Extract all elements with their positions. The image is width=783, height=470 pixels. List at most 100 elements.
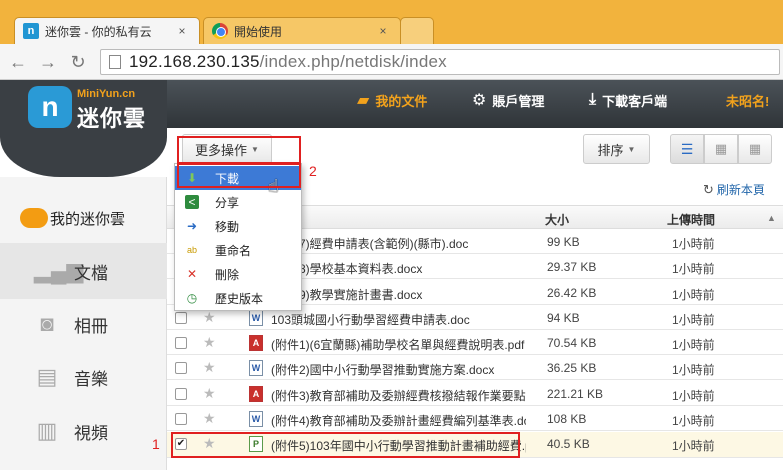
close-icon[interactable]: × bbox=[376, 24, 390, 38]
file-name[interactable]: (附件3)教育部補助及委辦經費核撥結報作業要點.pdf bbox=[271, 387, 526, 404]
table-row[interactable]: ★ W (附件2)國中小行動學習推動實施方案.docx 36.25 KB 1小時… bbox=[167, 356, 783, 380]
file-size: 26.42 KB bbox=[547, 286, 597, 300]
file-size: 108 KB bbox=[547, 412, 587, 426]
chat-icon: ▤ bbox=[36, 364, 58, 389]
menu-item-share[interactable]: < 分享 bbox=[175, 190, 301, 214]
file-size: 99 KB bbox=[547, 235, 580, 249]
grid-view-button[interactable]: ▦ bbox=[704, 134, 738, 164]
annotation-step-2: 2 bbox=[309, 163, 317, 179]
bar-chart-icon: ▂▄▆ bbox=[34, 258, 84, 283]
nav-my-files[interactable]: ▰ 我的文件 bbox=[357, 80, 427, 120]
table-row[interactable]: ★ W (附件4)教育部補助及委辦計畫經費編列基準表.doc 108 KB 1小… bbox=[167, 407, 783, 431]
file-time: 1小時前 bbox=[672, 439, 715, 453]
file-name[interactable]: 103頭城國小行動學習經費申請表.doc bbox=[271, 311, 526, 328]
sidebar-item-videos[interactable]: ▥ 視頻 bbox=[0, 403, 167, 459]
table-row[interactable]: ★ A (附件1)(6宜蘭縣)補助學校名單與經費說明表.pdf 70.54 KB… bbox=[167, 331, 783, 355]
annotation-box-selected-file bbox=[171, 432, 520, 458]
large-grid-view-button[interactable]: ▦ bbox=[738, 134, 772, 164]
clapper-icon: ▥ bbox=[36, 418, 58, 443]
file-name[interactable]: (附件2)國中小行動學習推動實施方案.docx bbox=[271, 361, 526, 378]
column-upload-time-header[interactable]: 上傳時間 bbox=[667, 211, 715, 228]
menu-item-delete[interactable]: ✕ 刪除 bbox=[175, 262, 301, 286]
row-checkbox[interactable] bbox=[175, 413, 187, 425]
row-checkbox[interactable] bbox=[175, 312, 187, 324]
word-doc-icon: W bbox=[249, 411, 263, 427]
share-icon: < bbox=[185, 195, 199, 209]
row-checkbox[interactable] bbox=[175, 388, 187, 400]
menu-item-label: 歷史版本 bbox=[215, 291, 264, 306]
delete-icon: ✕ bbox=[186, 267, 198, 281]
sidebar-header[interactable]: 我的迷你雲 bbox=[0, 203, 167, 233]
forward-arrow-icon[interactable]: → bbox=[36, 50, 60, 74]
star-icon[interactable]: ★ bbox=[203, 309, 216, 326]
large-grid-icon: ▦ bbox=[748, 141, 762, 156]
sidebar-item-label: 視頻 bbox=[74, 423, 108, 443]
browser-tab-miniyun[interactable]: n 迷你雲 - 你的私有云 × bbox=[14, 17, 200, 44]
download-icon: ⤓ bbox=[589, 91, 597, 108]
menu-item-label: 分享 bbox=[215, 195, 240, 210]
star-icon[interactable]: ★ bbox=[203, 410, 216, 427]
row-checkbox[interactable] bbox=[175, 337, 187, 349]
menu-item-history[interactable]: ◷ 歷史版本 bbox=[175, 286, 301, 310]
refresh-link[interactable]: ↻ 刷新本頁 bbox=[703, 181, 765, 198]
move-icon: ➜ bbox=[186, 219, 198, 233]
brand-domain: MiniYun.cn bbox=[77, 88, 136, 100]
list-view-icon: ☰ bbox=[680, 140, 694, 157]
caret-down-icon: ▼ bbox=[627, 144, 636, 154]
sidebar-item-label: 文檔 bbox=[74, 263, 108, 283]
file-time: 1小時前 bbox=[672, 363, 715, 377]
page-icon bbox=[109, 55, 121, 69]
star-icon[interactable]: ★ bbox=[203, 334, 216, 351]
browser-tab-getting-started[interactable]: 開始使用 × bbox=[203, 17, 401, 44]
reload-icon[interactable]: ↻ bbox=[66, 50, 90, 74]
sidebar-header-label: 我的迷你雲 bbox=[50, 210, 126, 228]
pdf-icon: A bbox=[249, 386, 263, 402]
nav-my-files-label: 我的文件 bbox=[375, 93, 428, 109]
user-menu[interactable]: 未昭名! bbox=[726, 80, 769, 120]
annotation-step-1: 1 bbox=[152, 436, 160, 452]
file-time: 1小時前 bbox=[672, 288, 715, 302]
list-view-button[interactable]: ☰ bbox=[670, 134, 704, 164]
file-time: 1小時前 bbox=[672, 262, 715, 276]
address-bar[interactable]: 192.168.230.135/index.php/netdisk/index bbox=[100, 49, 780, 75]
folder-icon: ▰ bbox=[357, 92, 370, 109]
table-row[interactable]: ★ A (附件3)教育部補助及委辦經費核撥結報作業要點.pdf 221.21 K… bbox=[167, 382, 783, 406]
tab-title: 開始使用 bbox=[234, 24, 283, 39]
word-doc-icon: W bbox=[249, 310, 263, 326]
sidebar-item-music[interactable]: ▤ 音樂 bbox=[0, 349, 167, 405]
sidebar-item-label: 相冊 bbox=[74, 316, 108, 336]
star-icon[interactable]: ★ bbox=[203, 359, 216, 376]
file-time: 1小時前 bbox=[672, 338, 715, 352]
sort-asc-icon: ▲ bbox=[767, 213, 776, 223]
word-doc-icon: W bbox=[249, 360, 263, 376]
tab-title: 迷你雲 - 你的私有云 bbox=[45, 24, 152, 39]
refresh-icon: ↻ bbox=[703, 181, 714, 197]
miniyun-logo-icon: n bbox=[28, 86, 72, 128]
file-time: 1小時前 bbox=[672, 313, 715, 327]
sort-button[interactable]: 排序 ▼ bbox=[583, 134, 650, 164]
file-name[interactable]: (附件1)(6宜蘭縣)補助學校名單與經費說明表.pdf bbox=[271, 336, 526, 353]
camera-icon: ◙ bbox=[40, 311, 54, 336]
new-tab-button[interactable] bbox=[400, 17, 434, 44]
file-size: 221.21 KB bbox=[547, 387, 604, 401]
browser-tab-strip: n 迷你雲 - 你的私有云 × 開始使用 × bbox=[0, 0, 783, 44]
nav-account-management[interactable]: ⚙ 賬戶管理 bbox=[472, 80, 544, 120]
file-time: 1小時前 bbox=[672, 389, 715, 403]
sidebar-item-photos[interactable]: ◙ 相冊 bbox=[0, 296, 167, 352]
menu-item-move[interactable]: ➜ 移動 bbox=[175, 214, 301, 238]
column-size-header[interactable]: 大小 bbox=[545, 211, 569, 228]
menu-item-rename[interactable]: ab 重命名 bbox=[175, 238, 301, 262]
file-name[interactable]: (附件9)教學實施計畫書.docx bbox=[271, 286, 526, 303]
annotation-box-download bbox=[177, 163, 301, 188]
close-icon[interactable]: × bbox=[175, 24, 189, 38]
file-name[interactable]: (附件8)學校基本資料表.docx bbox=[271, 260, 526, 277]
nav-download-client[interactable]: ⤓ 下載客戶端 bbox=[589, 80, 667, 120]
star-icon[interactable]: ★ bbox=[203, 385, 216, 402]
file-name[interactable]: (附件4)教育部補助及委辦計畫經費編列基準表.doc bbox=[271, 412, 526, 429]
back-arrow-icon[interactable]: ← bbox=[6, 50, 30, 74]
row-checkbox[interactable] bbox=[175, 362, 187, 374]
file-size: 40.5 KB bbox=[547, 437, 590, 451]
file-name[interactable]: (附件7)經費申請表(含範例)(縣市).doc bbox=[271, 235, 526, 252]
user-name: 未昭名! bbox=[726, 93, 770, 109]
sidebar-item-documents[interactable]: ▂▄▆ 文檔 bbox=[0, 243, 167, 299]
